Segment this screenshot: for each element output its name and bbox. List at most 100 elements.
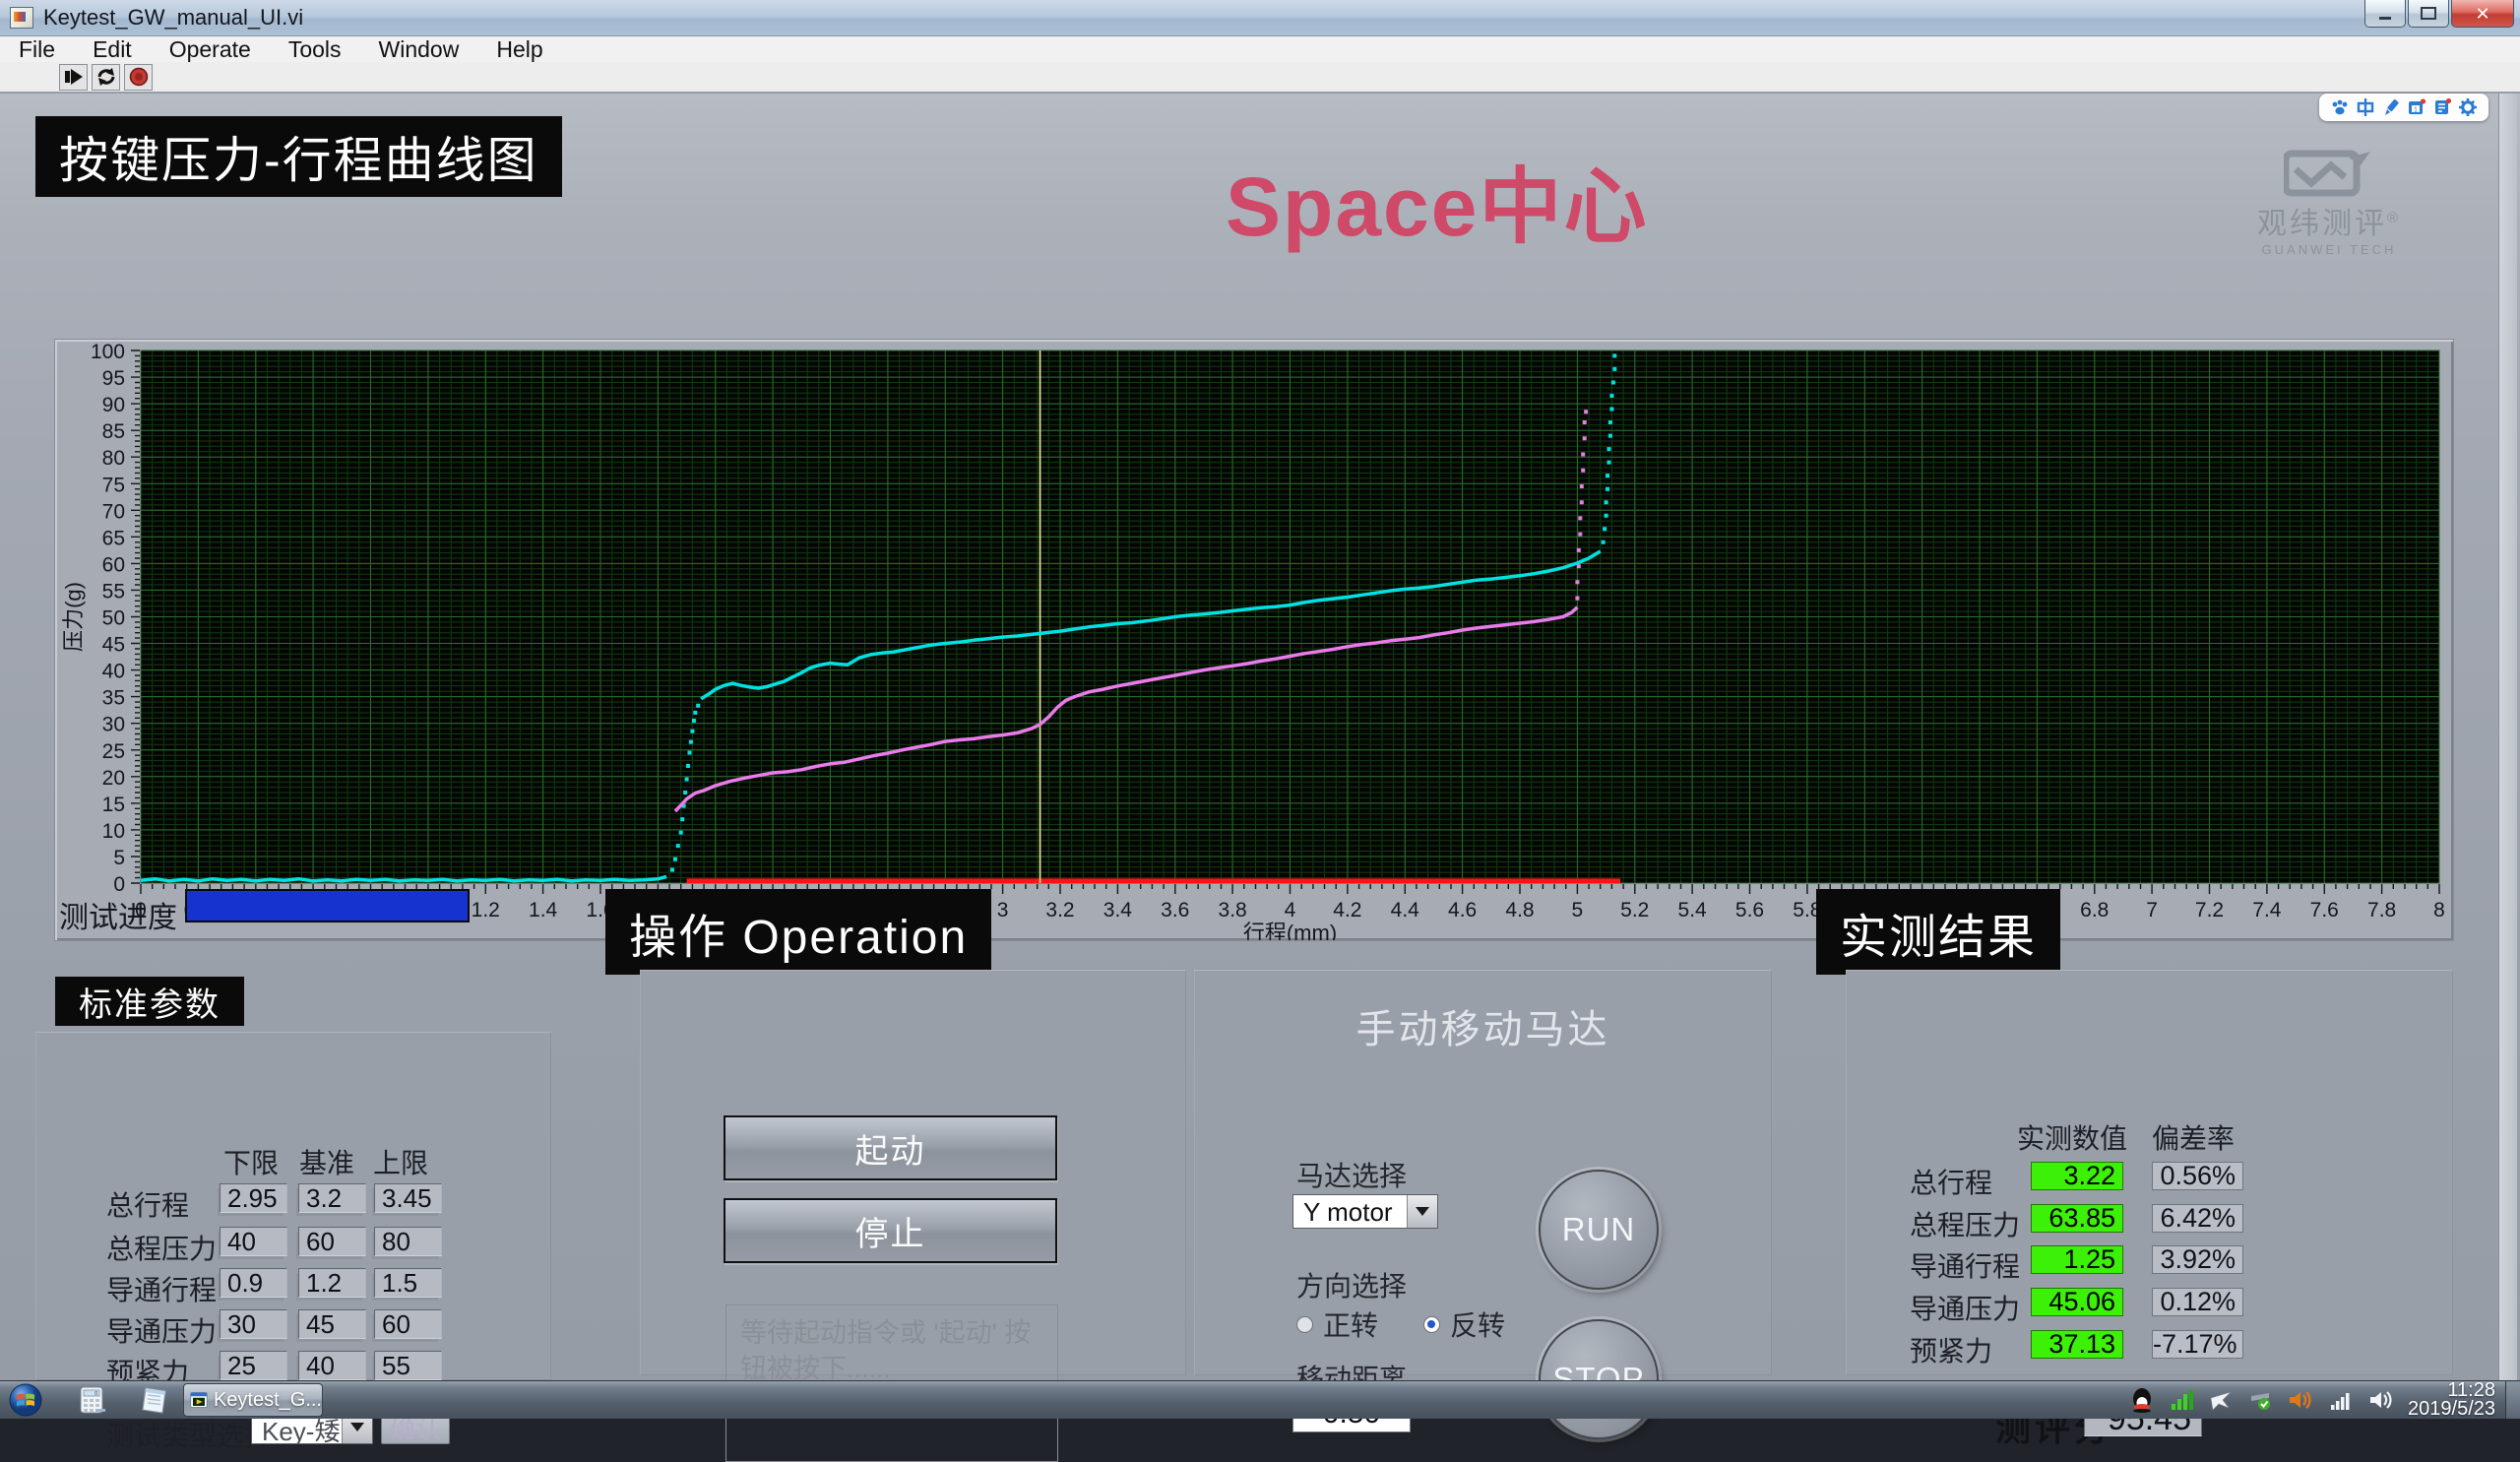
- task-button-label: Keytest_G...: [214, 1389, 322, 1412]
- params-value-input[interactable]: 3.2: [298, 1183, 366, 1213]
- chevron-down-icon[interactable]: [1407, 1195, 1437, 1228]
- params-value-input[interactable]: 1.2: [298, 1268, 366, 1298]
- chart-canvas: 00.20.40.60.811.21.41.61.822.22.42.62.83…: [55, 340, 2453, 940]
- motor-select-dropdown[interactable]: Y motor: [1292, 1194, 1438, 1229]
- motor-stop-button[interactable]: STOP: [1539, 1319, 1659, 1439]
- menu-item-tools[interactable]: Tools: [270, 36, 360, 63]
- params-value-input[interactable]: 1.5: [374, 1268, 442, 1298]
- run-arrow-icon[interactable]: [59, 64, 88, 91]
- svg-text:95: 95: [102, 367, 125, 390]
- abort-icon[interactable]: [124, 64, 153, 91]
- start-button[interactable]: 起动: [724, 1115, 1057, 1180]
- network-tool-icon[interactable]: [2209, 1388, 2233, 1412]
- overlay-toolbar: 1: [2319, 94, 2488, 121]
- run-continuous-icon[interactable]: [92, 64, 120, 91]
- results-row-label: 预紧力: [1910, 1330, 1992, 1369]
- svg-text:10: 10: [102, 820, 125, 843]
- svg-text:4: 4: [1285, 899, 1296, 922]
- volume-orange-icon[interactable]: [2288, 1388, 2313, 1412]
- svg-text:4.8: 4.8: [1505, 899, 1534, 922]
- run-button[interactable]: RUN: [1539, 1170, 1659, 1290]
- safety-check-icon[interactable]: [2248, 1388, 2272, 1412]
- params-panel: 下限基准上限总行程2.953.23.45总程压力406080导通行程0.91.2…: [35, 1032, 551, 1380]
- params-col-header: 上限: [356, 1142, 445, 1181]
- maximize-button[interactable]: [2408, 0, 2449, 28]
- direction-option-label: 正转: [1323, 1310, 1378, 1341]
- qq-icon[interactable]: [2130, 1387, 2154, 1413]
- center-mark-icon[interactable]: [2356, 97, 2375, 117]
- svg-text:3.4: 3.4: [1103, 899, 1133, 922]
- deviation-value: -7.17%: [2152, 1330, 2243, 1359]
- operation-panel: 起动 停止 等待起动指令或 '起动' 按钮被按下......: [640, 970, 1186, 1375]
- params-value-input[interactable]: 60: [374, 1309, 442, 1339]
- calendar-icon[interactable]: 1: [2407, 97, 2426, 117]
- deviation-value: 6.42%: [2152, 1204, 2243, 1233]
- params-value-input[interactable]: 60: [298, 1227, 366, 1256]
- svg-text:5.2: 5.2: [1620, 899, 1649, 922]
- labview-task-icon: [190, 1388, 208, 1412]
- params-value-input[interactable]: 30: [220, 1309, 287, 1339]
- guanwei-logo-cn: 观纬测评®: [2250, 199, 2408, 242]
- radio-selected-icon[interactable]: [1423, 1316, 1440, 1333]
- params-value-input[interactable]: 25: [220, 1351, 287, 1380]
- calculator-icon[interactable]: 0: [77, 1385, 106, 1415]
- menu-item-window[interactable]: Window: [360, 36, 478, 63]
- params-value-input[interactable]: 0.9: [220, 1268, 287, 1298]
- results-col-header: 偏差率: [2114, 1117, 2272, 1157]
- labview-toolbar: [0, 62, 2520, 94]
- paw-icon[interactable]: [2330, 97, 2350, 117]
- radio-icon[interactable]: [1296, 1316, 1313, 1333]
- notepad-icon[interactable]: [140, 1385, 169, 1415]
- svg-text:3.2: 3.2: [1045, 899, 1074, 922]
- results-row-label: 导通压力: [1910, 1288, 2020, 1327]
- params-row-label: 总行程: [106, 1184, 189, 1224]
- vertical-scrollbar[interactable]: [2498, 94, 2517, 1380]
- start-button[interactable]: [8, 1382, 43, 1418]
- direction-option[interactable]: 反转: [1423, 1304, 1505, 1344]
- params-value-input[interactable]: 3.45: [374, 1183, 442, 1213]
- pencil-icon[interactable]: [2381, 97, 2401, 117]
- minimize-button[interactable]: [2364, 0, 2406, 28]
- motor-select-value: Y motor: [1293, 1195, 1407, 1228]
- taskbar-task-button[interactable]: Keytest_G...: [183, 1383, 323, 1417]
- close-button[interactable]: ✕: [2451, 0, 2514, 28]
- motor-panel-title: 手动移动马达: [1194, 997, 1772, 1054]
- measured-value: 45.06: [2031, 1288, 2123, 1316]
- svg-text:70: 70: [102, 500, 125, 523]
- motor-panel: 手动移动马达 马达选择 Y motor 方向选择 正转反转 移动距离 0.50 …: [1194, 970, 1772, 1375]
- params-plaque-text: 标准参数: [79, 978, 220, 1026]
- direction-option[interactable]: 正转: [1296, 1304, 1378, 1344]
- params-value-input[interactable]: 45: [298, 1309, 366, 1339]
- clock-date: 2019/5/23: [2408, 1400, 2495, 1419]
- svg-text:1: 1: [2414, 107, 2418, 114]
- svg-text:5: 5: [1572, 899, 1584, 922]
- params-value-input[interactable]: 55: [374, 1351, 442, 1380]
- menu-item-file[interactable]: File: [0, 36, 74, 63]
- menu-item-help[interactable]: Help: [477, 36, 561, 63]
- menu-item-edit[interactable]: Edit: [74, 36, 151, 63]
- measured-value: 37.13: [2031, 1330, 2123, 1359]
- front-panel: 按键压力-行程曲线图 Space中心 观纬测评® GUANWEI TECH 1 …: [0, 94, 2520, 1380]
- guanwei-logo: 观纬测评® GUANWEI TECH: [2250, 148, 2408, 257]
- svg-text:7.6: 7.6: [2310, 899, 2339, 922]
- menu-item-operate[interactable]: Operate: [151, 36, 270, 63]
- gear-icon[interactable]: [2458, 97, 2478, 117]
- params-value-input[interactable]: 80: [374, 1227, 442, 1256]
- volume-icon[interactable]: [2368, 1388, 2394, 1412]
- params-value-input[interactable]: 40: [298, 1351, 366, 1380]
- svg-text:5: 5: [113, 847, 125, 869]
- svg-text:3.6: 3.6: [1161, 899, 1189, 922]
- wifi-signal-green-icon[interactable]: [2170, 1388, 2193, 1412]
- network-signal-icon[interactable]: [2329, 1388, 2353, 1412]
- params-value-input[interactable]: 40: [220, 1227, 287, 1256]
- show-desktop-button[interactable]: [2505, 1381, 2520, 1419]
- params-row-label: 总程压力: [106, 1228, 217, 1267]
- stop-button[interactable]: 停止: [724, 1198, 1057, 1263]
- taskbar-clock[interactable]: 11:28 2019/5/23: [2408, 1381, 2495, 1419]
- notes-icon[interactable]: [2432, 97, 2452, 117]
- svg-text:30: 30: [102, 714, 125, 736]
- svg-text:80: 80: [102, 447, 125, 470]
- svg-text:1.4: 1.4: [529, 899, 558, 922]
- title-bar: Keytest_GW_manual_UI.vi ✕: [0, 0, 2520, 36]
- params-value-input[interactable]: 2.95: [220, 1183, 287, 1213]
